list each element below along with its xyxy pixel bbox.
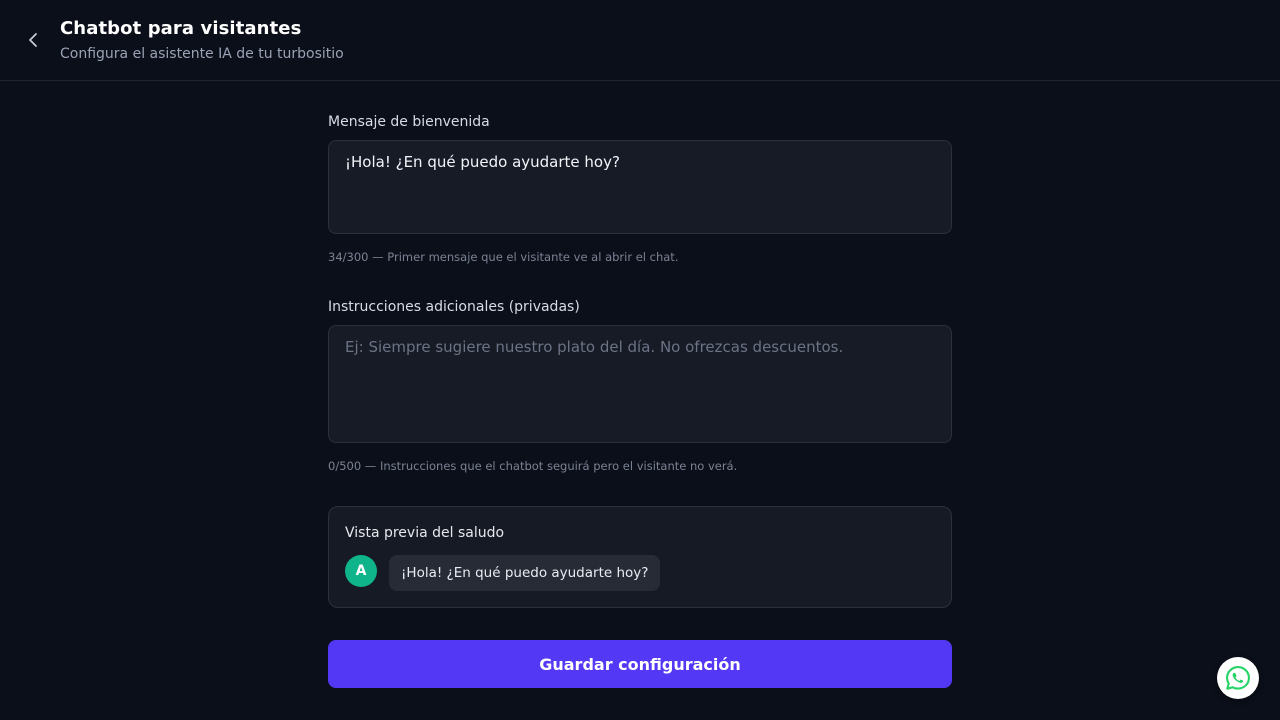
instructions-helper: 0/500 — Instrucciones que el chatbot seg… — [328, 459, 738, 473]
welcome-message-helper: 34/300 — Primer mensaje que el visitante… — [328, 250, 679, 264]
save-configuration-button[interactable]: Guardar configuración — [328, 640, 952, 688]
preview-title: Vista previa del saludo — [345, 525, 505, 541]
whatsapp-icon — [1226, 666, 1250, 690]
avatar: A — [345, 555, 377, 587]
instructions-label: Instrucciones adicionales (privadas) — [328, 299, 580, 315]
preview-message-bubble: ¡Hola! ¿En qué puedo ayudarte hoy? — [389, 555, 661, 591]
welcome-message-input[interactable]: ¡Hola! ¿En qué puedo ayudarte hoy? — [328, 140, 952, 234]
welcome-message-label: Mensaje de bienvenida — [328, 114, 490, 130]
chevron-left-icon — [29, 33, 37, 47]
page-title: Chatbot para visitantes — [60, 18, 302, 39]
page-subtitle: Configura el asistente IA de tu turbosit… — [60, 46, 344, 62]
greeting-preview-card: Vista previa del saludo A ¡Hola! ¿En qué… — [328, 506, 952, 608]
instructions-input[interactable] — [328, 325, 952, 443]
back-button[interactable] — [20, 26, 48, 54]
whatsapp-button[interactable] — [1217, 657, 1259, 699]
page-header: Chatbot para visitantes Configura el asi… — [0, 0, 1280, 81]
